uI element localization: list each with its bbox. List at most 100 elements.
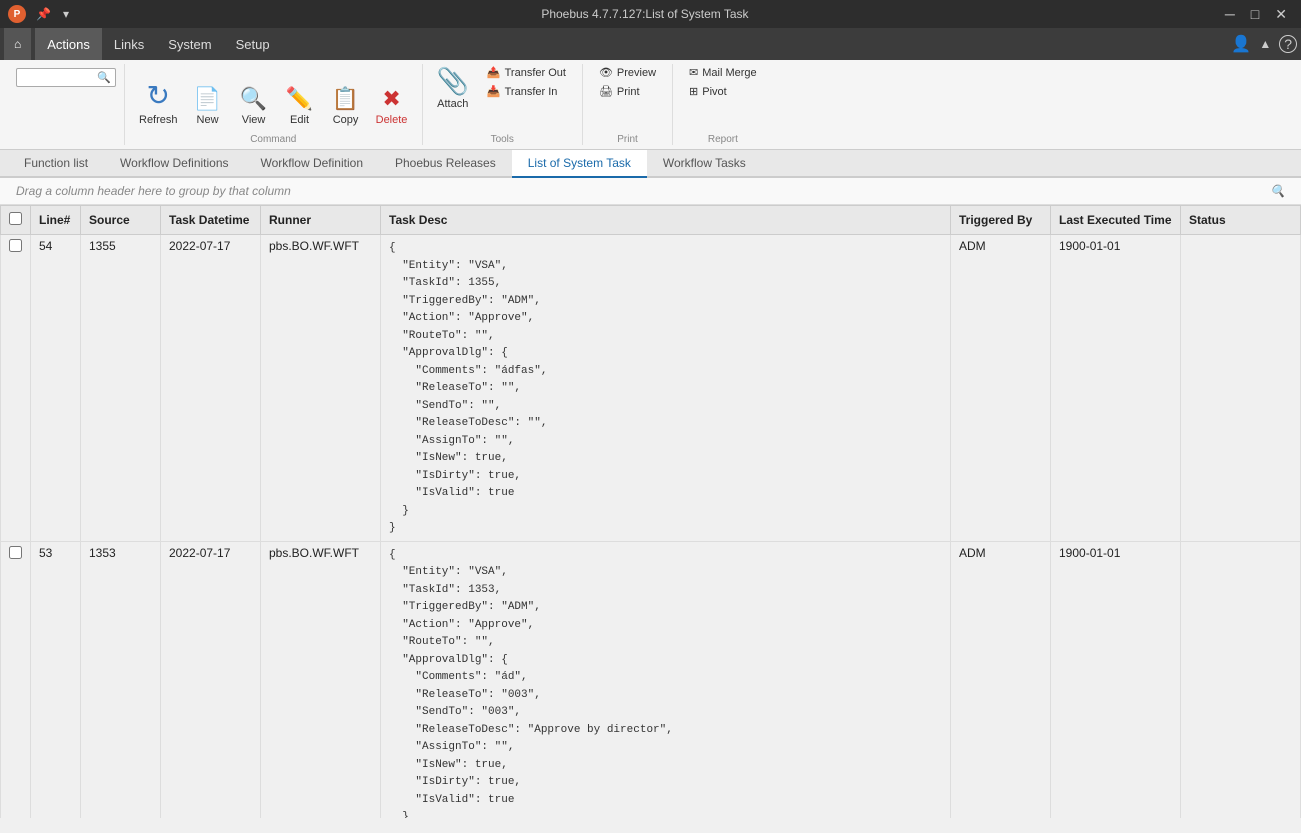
title-bar-left: P 📌 ▾	[8, 5, 71, 23]
title-text: Phoebus 4.7.7.127:List of System Task	[541, 7, 748, 21]
report-group-label: Report	[681, 130, 765, 145]
tab-workflow-tasks[interactable]: Workflow Tasks	[647, 150, 762, 178]
transfer-out-button[interactable]: 📤 Transfer Out	[479, 64, 574, 81]
print-button[interactable]: 🖨 Print	[591, 83, 664, 100]
delete-button[interactable]: ✖ Delete	[370, 84, 414, 130]
search-group: 🔍	[8, 64, 125, 145]
title-icon-pin[interactable]: 📌	[34, 5, 53, 23]
user-icon[interactable]: 👤	[1231, 34, 1251, 54]
home-button[interactable]: ⌂	[4, 28, 31, 60]
minimize-button[interactable]: ─	[1219, 4, 1241, 25]
row-task-desc: { "Entity": "VSA", "TaskId": 1353, "Trig…	[381, 541, 951, 818]
row-last-executed-time: 1900-01-01	[1051, 235, 1181, 542]
table-row: 54 1355 2022-07-17 pbs.BO.WF.WFT { "Enti…	[1, 235, 1301, 542]
col-header-task-datetime[interactable]: Task Datetime	[161, 206, 261, 235]
delete-icon: ✖	[382, 88, 400, 110]
col-header-triggered-by[interactable]: Triggered By	[951, 206, 1051, 235]
print-icon: 🖨	[599, 85, 613, 98]
menu-links[interactable]: Links	[102, 28, 156, 60]
row-last-executed-time: 1900-01-01	[1051, 541, 1181, 818]
refresh-button[interactable]: ↻ Refresh	[133, 78, 184, 130]
tab-phoebus-releases[interactable]: Phoebus Releases	[379, 150, 512, 178]
search-input[interactable]	[21, 72, 97, 84]
command-group-label: Command	[133, 130, 414, 145]
col-header-runner[interactable]: Runner	[261, 206, 381, 235]
select-all-checkbox[interactable]	[9, 212, 22, 225]
search-icon: 🔍	[97, 71, 111, 84]
system-task-table: Line# Source Task Datetime Runner Task D…	[0, 205, 1301, 818]
edit-icon: ✏️	[286, 88, 313, 110]
attach-button[interactable]: 📎 Attach	[431, 64, 475, 114]
new-label: New	[197, 114, 219, 126]
view-button[interactable]: 🔍 View	[232, 84, 276, 130]
menu-setup[interactable]: Setup	[224, 28, 282, 60]
transfer-in-icon: 📥	[487, 85, 501, 98]
title-bar: P 📌 ▾ Phoebus 4.7.7.127:List of System T…	[0, 0, 1301, 28]
tab-workflow-definition[interactable]: Workflow Definition	[245, 150, 379, 178]
col-header-line[interactable]: Line#	[31, 206, 81, 235]
refresh-label: Refresh	[139, 114, 178, 126]
maximize-button[interactable]: □	[1245, 4, 1265, 25]
menu-right: 👤 ▲ ?	[1231, 34, 1297, 54]
col-header-checkbox[interactable]	[1, 206, 31, 235]
delete-label: Delete	[376, 114, 408, 126]
row-task-desc: { "Entity": "VSA", "TaskId": 1355, "Trig…	[381, 235, 951, 542]
transfer-out-icon: 📤	[487, 66, 501, 79]
row-task-datetime: 2022-07-17	[161, 235, 261, 542]
menu-actions[interactable]: Actions	[35, 28, 102, 60]
col-header-task-desc[interactable]: Task Desc	[381, 206, 951, 235]
search-box[interactable]: 🔍	[16, 68, 116, 87]
row-source: 1355	[81, 235, 161, 542]
attach-label: Attach	[437, 98, 468, 110]
transfer-in-label: Transfer In	[505, 86, 558, 98]
tab-function-list[interactable]: Function list	[8, 150, 104, 178]
row-line: 54	[31, 235, 81, 542]
title-icon-down[interactable]: ▾	[61, 5, 71, 23]
row-checkbox[interactable]	[9, 239, 22, 252]
edit-button[interactable]: ✏️ Edit	[278, 84, 322, 130]
tab-workflow-definitions[interactable]: Workflow Definitions	[104, 150, 244, 178]
copy-icon: 📋	[332, 88, 359, 110]
transfer-in-button[interactable]: 📥 Transfer In	[479, 83, 574, 100]
copy-button[interactable]: 📋 Copy	[324, 84, 368, 130]
col-header-status[interactable]: Status	[1181, 206, 1301, 235]
print-label: Print	[617, 86, 640, 98]
mail-merge-label: Mail Merge	[702, 67, 756, 79]
row-checkbox[interactable]	[9, 546, 22, 559]
print-group: 👁 Preview 🖨 Print Print	[583, 64, 673, 145]
search-icon-header[interactable]: 🔍	[1270, 184, 1285, 198]
row-status	[1181, 541, 1301, 818]
row-line: 53	[31, 541, 81, 818]
close-button[interactable]: ✕	[1269, 4, 1293, 25]
transfer-buttons: 📤 Transfer Out 📥 Transfer In	[479, 64, 574, 100]
row-runner: pbs.BO.WF.WFT	[261, 541, 381, 818]
row-task-desc-text: { "Entity": "VSA", "TaskId": 1353, "Trig…	[389, 549, 673, 819]
command-buttons: ↻ Refresh 📄 New 🔍 View ✏️ Edit 📋 Copy ✖	[133, 64, 414, 130]
table-row: 53 1353 2022-07-17 pbs.BO.WF.WFT { "Enti…	[1, 541, 1301, 818]
new-button[interactable]: 📄 New	[186, 84, 230, 130]
app-logo: P	[8, 5, 26, 23]
menu-system[interactable]: System	[156, 28, 223, 60]
row-runner: pbs.BO.WF.WFT	[261, 235, 381, 542]
mail-merge-button[interactable]: ✉ Mail Merge	[681, 64, 765, 81]
col-header-last-executed-time[interactable]: Last Executed Time	[1051, 206, 1181, 235]
preview-icon: 👁	[599, 66, 613, 79]
transfer-out-label: Transfer Out	[505, 67, 566, 79]
row-checkbox-cell[interactable]	[1, 541, 31, 818]
report-buttons: ✉ Mail Merge ⊞ Pivot	[681, 64, 765, 130]
title-bar-controls: ─ □ ✕	[1219, 4, 1293, 25]
preview-button[interactable]: 👁 Preview	[591, 64, 664, 81]
view-icon: 🔍	[240, 88, 267, 110]
table-container: Line# Source Task Datetime Runner Task D…	[0, 205, 1301, 818]
group-header: Drag a column header here to group by th…	[0, 178, 1301, 205]
row-triggered-by: ADM	[951, 541, 1051, 818]
row-source: 1353	[81, 541, 161, 818]
expand-icon[interactable]: ▲	[1259, 37, 1271, 51]
row-checkbox-cell[interactable]	[1, 235, 31, 542]
pivot-button[interactable]: ⊞ Pivot	[681, 83, 765, 100]
col-header-source[interactable]: Source	[81, 206, 161, 235]
help-icon[interactable]: ?	[1279, 35, 1297, 53]
tools-group: 📎 Attach 📤 Transfer Out 📥 Transfer In To…	[423, 64, 583, 145]
tab-list-of-system-task[interactable]: List of System Task	[512, 150, 647, 178]
tools-buttons: 📎 Attach 📤 Transfer Out 📥 Transfer In	[431, 64, 574, 130]
